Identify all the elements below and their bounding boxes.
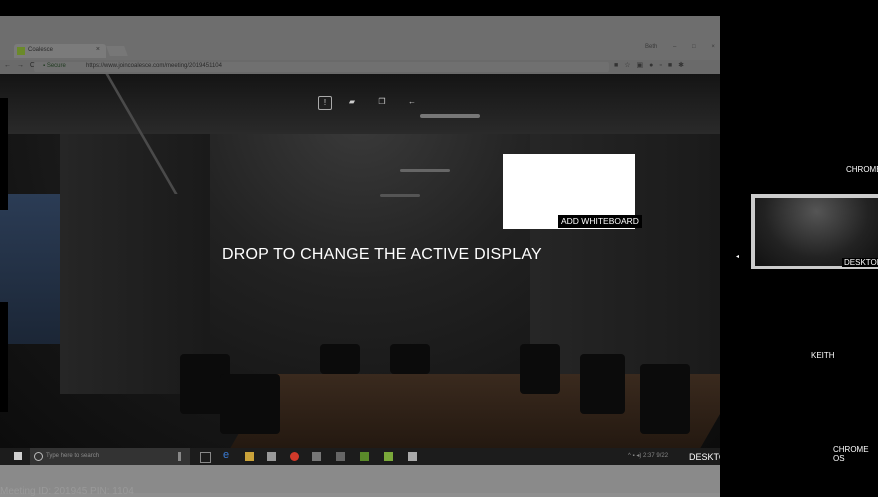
coalesce-app-icon[interactable] (384, 452, 393, 461)
chevron-left-icon[interactable]: ◂ (736, 253, 739, 260)
lock-icon: ▪ (43, 63, 46, 69)
close-window-icon[interactable]: × (711, 44, 715, 50)
clock-date: 9/22 (656, 453, 669, 459)
app-icon[interactable] (360, 452, 369, 461)
coalesce-extension-icon[interactable]: ✱ (678, 62, 690, 69)
extension-icon[interactable]: ● (649, 62, 659, 69)
room-window (0, 194, 60, 344)
secure-label: Secure (46, 63, 66, 69)
browser-tab[interactable]: Coalesce × (14, 44, 106, 58)
file-explorer-icon[interactable] (245, 452, 254, 461)
speaker-icon[interactable]: ◂) (636, 453, 641, 459)
desktop-overlay-label: DESKTOP (689, 452, 720, 462)
back-icon[interactable]: ← (4, 62, 11, 69)
drop-message: DROP TO CHANGE THE ACTIVE DISPLAY (222, 246, 542, 263)
network-icon[interactable]: ▪ (633, 453, 635, 459)
star-icon[interactable]: ☆ (624, 62, 636, 69)
app-icon[interactable] (408, 452, 417, 461)
clock-time: 2:37 (643, 453, 655, 459)
edge-icon[interactable]: e (223, 449, 232, 461)
sidebar-item-keith[interactable]: KEITH (811, 351, 835, 360)
add-whiteboard-label[interactable]: ADD WHITEBOARD (558, 215, 642, 228)
meeting-toolbar: ! ▰ ❐ ← (310, 96, 430, 114)
chevron-up-icon[interactable]: ^ (628, 453, 631, 459)
system-tray: ^ ▪ ◂) 2:37 9/22 (628, 452, 668, 459)
alert-icon[interactable]: ! (318, 96, 332, 110)
forward-icon[interactable]: → (17, 62, 24, 69)
task-view-icon[interactable] (200, 452, 211, 463)
top-strip-left (98, 8, 322, 16)
store-icon[interactable] (267, 452, 276, 461)
taskbar-search-input[interactable]: Type here to search (30, 448, 190, 465)
extension-icon[interactable]: ▣ (637, 62, 650, 69)
window-controls: Beth – □ × (645, 44, 715, 50)
screen-share-icon[interactable]: ▰ (346, 96, 358, 108)
sidebar-item-desktop[interactable]: DESKTOP (842, 258, 878, 267)
address-input[interactable]: ▪ Secure https://www.joincoalesce.com/me… (34, 62, 609, 72)
app-icon[interactable] (312, 452, 321, 461)
extension-icons: ■☆▣●▫■✱ (614, 61, 690, 69)
bookmark-icon[interactable]: ■ (614, 62, 624, 69)
coalesce-favicon-icon (17, 47, 25, 55)
cortana-icon (34, 452, 43, 461)
close-icon[interactable]: × (96, 46, 100, 53)
app-icon[interactable] (336, 452, 345, 461)
left-strip (0, 98, 8, 210)
url-text: https://www.joincoalesce.com/meeting/201… (86, 63, 222, 69)
new-tab-button[interactable] (106, 46, 128, 56)
microphone-icon[interactable] (178, 452, 181, 461)
sidebar-item-chrome-os[interactable]: CHROME OS (833, 445, 878, 463)
extension-icon[interactable]: ▫ (659, 62, 667, 69)
tab-title: Coalesce (28, 47, 54, 53)
nav-buttons: ← → C (4, 62, 35, 69)
sidebar-item-chrome-top[interactable] (730, 8, 878, 100)
desktop-thumbnail-preview (755, 198, 878, 266)
user-name: Beth (645, 44, 658, 50)
windows-start-icon[interactable] (14, 452, 22, 460)
top-strip-right (414, 8, 638, 16)
maximize-icon[interactable]: □ (692, 44, 696, 50)
left-strip (0, 302, 8, 412)
sidebar-item-chrome[interactable]: CHROME (846, 165, 878, 174)
search-placeholder: Type here to search (46, 453, 100, 459)
extension-icon[interactable]: ■ (668, 62, 678, 69)
chrome-icon[interactable] (290, 452, 299, 461)
meeting-info: Meeting ID: 201945 PIN: 1104 (0, 486, 134, 497)
back-arrow-icon[interactable]: ← (406, 96, 418, 108)
copy-icon[interactable]: ❐ (376, 96, 388, 108)
minimize-icon[interactable]: – (673, 44, 676, 50)
